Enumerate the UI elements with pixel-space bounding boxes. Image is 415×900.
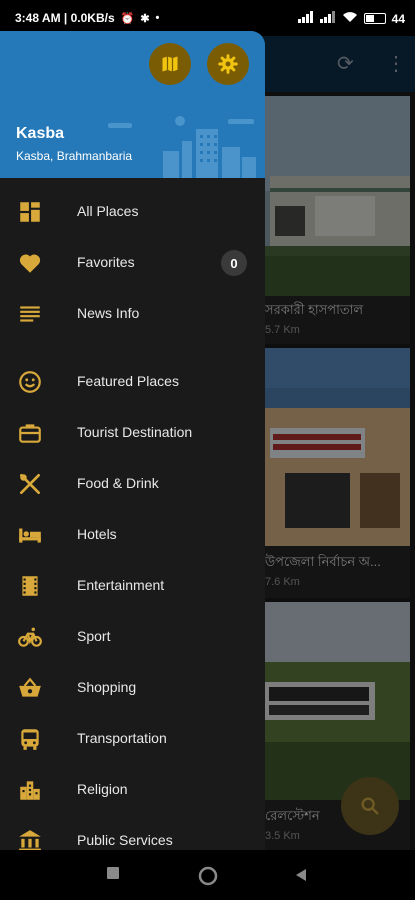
gear-icon bbox=[218, 54, 238, 74]
menu-item-religion[interactable]: Religion bbox=[0, 765, 265, 815]
recents-button[interactable] bbox=[105, 865, 121, 881]
menu-item-sport[interactable]: Sport bbox=[0, 612, 265, 662]
city-skyline-illustration bbox=[108, 116, 256, 178]
dot-icon: • bbox=[155, 12, 160, 24]
signal-icon bbox=[297, 11, 314, 26]
menu-item-food-drink[interactable]: Food & Drink bbox=[0, 459, 265, 509]
bicycle-icon bbox=[18, 627, 42, 647]
menu-item-shopping[interactable]: Shopping bbox=[0, 663, 265, 713]
menu-item-label: News Info bbox=[77, 305, 140, 321]
settings-button[interactable] bbox=[207, 43, 249, 85]
menu-item-transportation[interactable]: Transportation bbox=[0, 714, 265, 764]
battery-level: 44 bbox=[391, 11, 405, 26]
menu-item-label: Entertainment bbox=[77, 577, 165, 593]
bank-icon bbox=[19, 830, 41, 850]
heart-icon bbox=[19, 254, 41, 273]
menu-item-tourist-destination[interactable]: Tourist Destination bbox=[0, 408, 265, 458]
menu-item-label: Public Services bbox=[77, 832, 173, 848]
bus-icon bbox=[21, 729, 39, 750]
menu-item-news-info[interactable]: News Info bbox=[0, 289, 265, 339]
drawer-header: Kasba Kasba, Brahmanbaria bbox=[0, 31, 265, 178]
menu-item-favorites[interactable]: Favorites 0 bbox=[0, 238, 265, 288]
alarm-icon: ⏰ bbox=[120, 12, 135, 25]
settings-status-icon: ✱ bbox=[140, 12, 150, 25]
menu-item-entertainment[interactable]: Entertainment bbox=[0, 561, 265, 611]
grid-icon bbox=[20, 202, 40, 222]
navigation-drawer: Kasba Kasba, Brahmanbaria All Places Fav… bbox=[0, 31, 265, 850]
menu-item-all-places[interactable]: All Places bbox=[0, 187, 265, 237]
film-icon bbox=[22, 576, 38, 596]
menu-item-label: Favorites bbox=[77, 254, 135, 270]
menu-item-hotels[interactable]: Hotels bbox=[0, 510, 265, 560]
menu-item-featured-places[interactable]: Featured Places bbox=[0, 357, 265, 407]
signal-icon-2 bbox=[319, 11, 336, 26]
location-subtitle: Kasba, Brahmanbaria bbox=[16, 149, 133, 163]
menu-item-label: Tourist Destination bbox=[77, 424, 193, 440]
news-lines-icon bbox=[20, 306, 40, 322]
location-title: Kasba bbox=[16, 125, 65, 142]
menu-item-label: Hotels bbox=[77, 526, 117, 542]
smiley-icon bbox=[19, 371, 41, 393]
menu-item-label: Religion bbox=[77, 781, 128, 797]
menu-item-label: Featured Places bbox=[77, 373, 179, 389]
favorites-count-badge: 0 bbox=[221, 250, 247, 276]
home-button[interactable] bbox=[198, 866, 218, 886]
briefcase-icon bbox=[19, 424, 41, 443]
search-fab[interactable] bbox=[341, 777, 399, 835]
menu-item-public-services[interactable]: Public Services bbox=[0, 816, 265, 850]
basket-icon bbox=[19, 677, 41, 697]
menu-item-label: Shopping bbox=[77, 679, 137, 695]
system-nav-bar bbox=[0, 850, 415, 900]
map-button[interactable] bbox=[149, 43, 191, 85]
back-button[interactable] bbox=[293, 867, 309, 883]
status-time: 3:48 AM | 0.0KB/s bbox=[15, 11, 115, 25]
city-icon bbox=[20, 781, 40, 800]
map-icon bbox=[162, 56, 178, 72]
menu-item-label: Transportation bbox=[77, 730, 167, 746]
fork-knife-icon bbox=[19, 473, 41, 495]
wifi-icon bbox=[342, 11, 358, 26]
battery-icon bbox=[363, 13, 386, 24]
bed-icon bbox=[19, 528, 41, 543]
search-icon bbox=[361, 797, 379, 815]
menu-item-label: All Places bbox=[77, 203, 139, 219]
menu-item-label: Sport bbox=[77, 628, 111, 644]
menu-item-label: Food & Drink bbox=[77, 475, 159, 491]
